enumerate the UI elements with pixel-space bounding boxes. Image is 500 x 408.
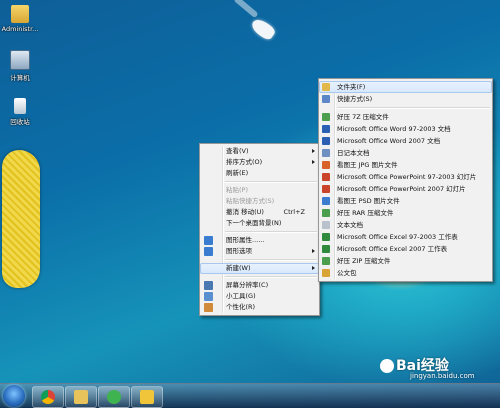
start-button[interactable] [3,385,25,407]
menu-separator [225,181,317,183]
new-text-document-item[interactable]: 文本文档 [319,219,492,231]
new-psd-item[interactable]: 看图王 PSD 图片文件 [319,195,492,207]
excel-icon [322,233,330,241]
gadgets-icon [204,292,213,301]
desktop-icon-label: 计算机 [10,74,30,82]
desktop-icon-label: 回收站 [10,118,30,126]
new-journal-item[interactable]: 日记本文档 [319,147,492,159]
boat-wake [233,0,259,19]
yellow-sticker-image [2,150,40,288]
desktop-icon-administrator[interactable]: Administr... [0,5,40,33]
menu-separator [225,276,317,278]
new-word-2007-item[interactable]: Microsoft Office Word 2007 文档 [319,135,492,147]
graphics-icon [204,236,213,245]
powerpoint-icon [322,173,330,181]
menu-item-gadgets[interactable]: 小工具(G) [200,291,319,302]
image-icon [322,161,330,169]
menu-item-refresh[interactable]: 刷新(E) [200,168,319,179]
new-briefcase-item[interactable]: 公文包 [319,267,492,279]
submenu-arrow-icon [312,160,315,164]
recycle-bin-icon [14,98,26,114]
new-submenu: 文件夹(F) 快捷方式(S) 好压 7Z 压缩文件 Microsoft Offi… [318,78,493,282]
desktop-context-menu: 查看(V) 排序方式(O) 刷新(E) 粘贴(P) 粘贴快捷方式(S) 撤消 移… [199,143,320,316]
archive-icon [322,209,330,217]
folder-icon [74,390,88,404]
notes-icon [140,390,154,404]
new-excel-97-item[interactable]: Microsoft Office Excel 97-2003 工作表 [319,231,492,243]
archive-icon [322,113,330,121]
menu-separator [337,107,490,109]
taskbar [0,383,500,408]
briefcase-icon [322,269,330,277]
taskbar-notes-button[interactable] [131,386,163,408]
submenu-arrow-icon [312,266,315,270]
menu-item-next-background[interactable]: 下一个桌面背景(N) [200,218,319,229]
new-zip-archive-item[interactable]: 好压 ZIP 压缩文件 [319,255,492,267]
computer-icon [10,50,30,70]
menu-item-paste-shortcut: 粘贴快捷方式(S) [226,197,275,205]
new-rar-archive-item[interactable]: 好压 RAR 压缩文件 [319,207,492,219]
shortcut-icon [322,95,330,103]
boat-image [249,16,277,42]
new-folder-item[interactable]: 文件夹(F) [319,81,492,93]
taskbar-explorer-button[interactable] [65,386,97,408]
monitor-icon [204,281,213,290]
text-file-icon [322,221,330,229]
menu-item-view[interactable]: 查看(V) [200,146,319,157]
new-shortcut-item[interactable]: 快捷方式(S) [319,93,492,105]
word-icon [322,125,330,133]
desktop-icon-recycle-bin[interactable]: 回收站 [0,98,40,126]
chrome-icon [41,390,55,404]
menu-item-undo-move[interactable]: 撤消 移动(U) Ctrl+Z [200,207,319,218]
word-icon [322,137,330,145]
watermark-url: jingyan.baidu.com [410,372,475,380]
powerpoint-icon [322,185,330,193]
menu-item-screen-resolution[interactable]: 屏幕分辨率(C) [200,280,319,291]
menu-item-personalize[interactable]: 个性化(R) [200,302,319,313]
submenu-arrow-icon [312,249,315,253]
desktop-icon-label: Administr... [1,25,39,33]
shortcut-label: Ctrl+Z [283,208,305,216]
taskbar-chrome-button[interactable] [32,386,64,408]
new-7z-archive-item[interactable]: 好压 7Z 压缩文件 [319,111,492,123]
journal-icon [322,149,330,157]
menu-item-graphics-properties[interactable]: 图形属性...... [200,235,319,246]
graphics-icon [204,247,213,256]
new-jpg-item[interactable]: 看图王 JPG 图片文件 [319,159,492,171]
folder-icon [322,83,330,91]
menu-separator [225,231,317,233]
excel-icon [322,245,330,253]
menu-separator [225,259,317,261]
personalize-icon [204,303,213,312]
menu-item-paste: 粘贴(P) [226,186,248,194]
submenu-arrow-icon [312,149,315,153]
menu-item-new[interactable]: 新建(W) [200,263,319,274]
new-word-97-item[interactable]: Microsoft Office Word 97-2003 文档 [319,123,492,135]
user-folder-icon [11,5,29,23]
archive-icon [322,257,330,265]
new-ppt-2007-item[interactable]: Microsoft Office PowerPoint 2007 幻灯片 [319,183,492,195]
menu-item-graphics-options[interactable]: 图形选项 [200,246,319,257]
taskbar-wechat-button[interactable] [98,386,130,408]
image-icon [322,197,330,205]
wechat-icon [107,390,121,404]
new-ppt-97-item[interactable]: Microsoft Office PowerPoint 97-2003 幻灯片 [319,171,492,183]
new-excel-2007-item[interactable]: Microsoft Office Excel 2007 工作表 [319,243,492,255]
baidu-paw-icon [380,359,394,373]
desktop-icon-computer[interactable]: 计算机 [0,50,40,82]
menu-item-sort-by[interactable]: 排序方式(O) [200,157,319,168]
